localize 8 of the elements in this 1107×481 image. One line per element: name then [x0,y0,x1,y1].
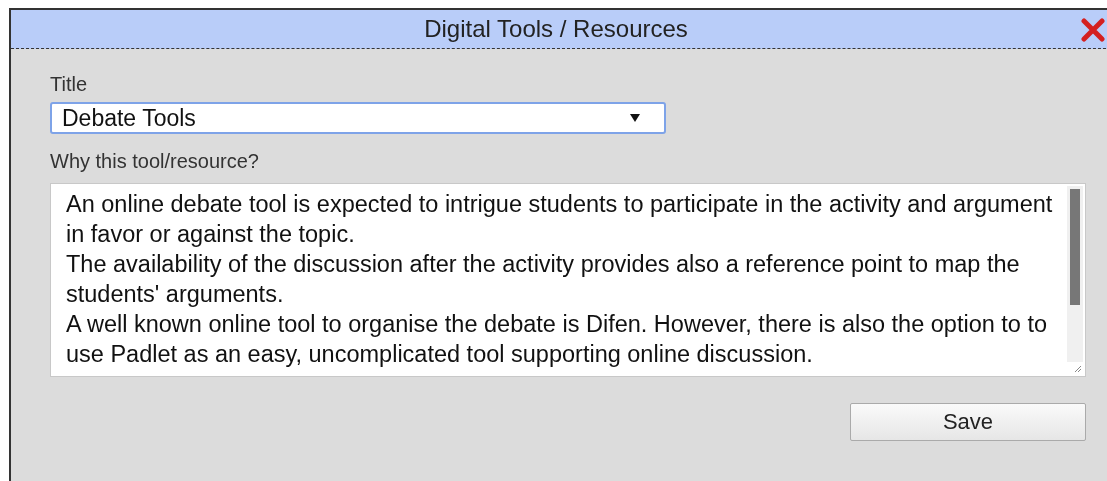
title-dropdown[interactable]: Debate Tools [50,102,666,134]
field-label: Why this tool/resource? [50,150,259,173]
dialog-title: Digital Tools / Resources [424,15,688,43]
paragraph: A well known online tool to organise the debate is Difen. However, there is also the option to to use Padlet as an easy, uncomplicated tool supporting online discussion. [66,310,1049,369]
save-button[interactable]: Save [850,403,1086,441]
paragraph: An online debate tool is expected to intrigue students to participate in the activity and argument in favor or against the topic. [66,190,1054,249]
field-label: Title [50,73,88,96]
paragraph: The availability of the discussion after the activity provides also a reference point to map the students' arguments. [66,250,1021,309]
